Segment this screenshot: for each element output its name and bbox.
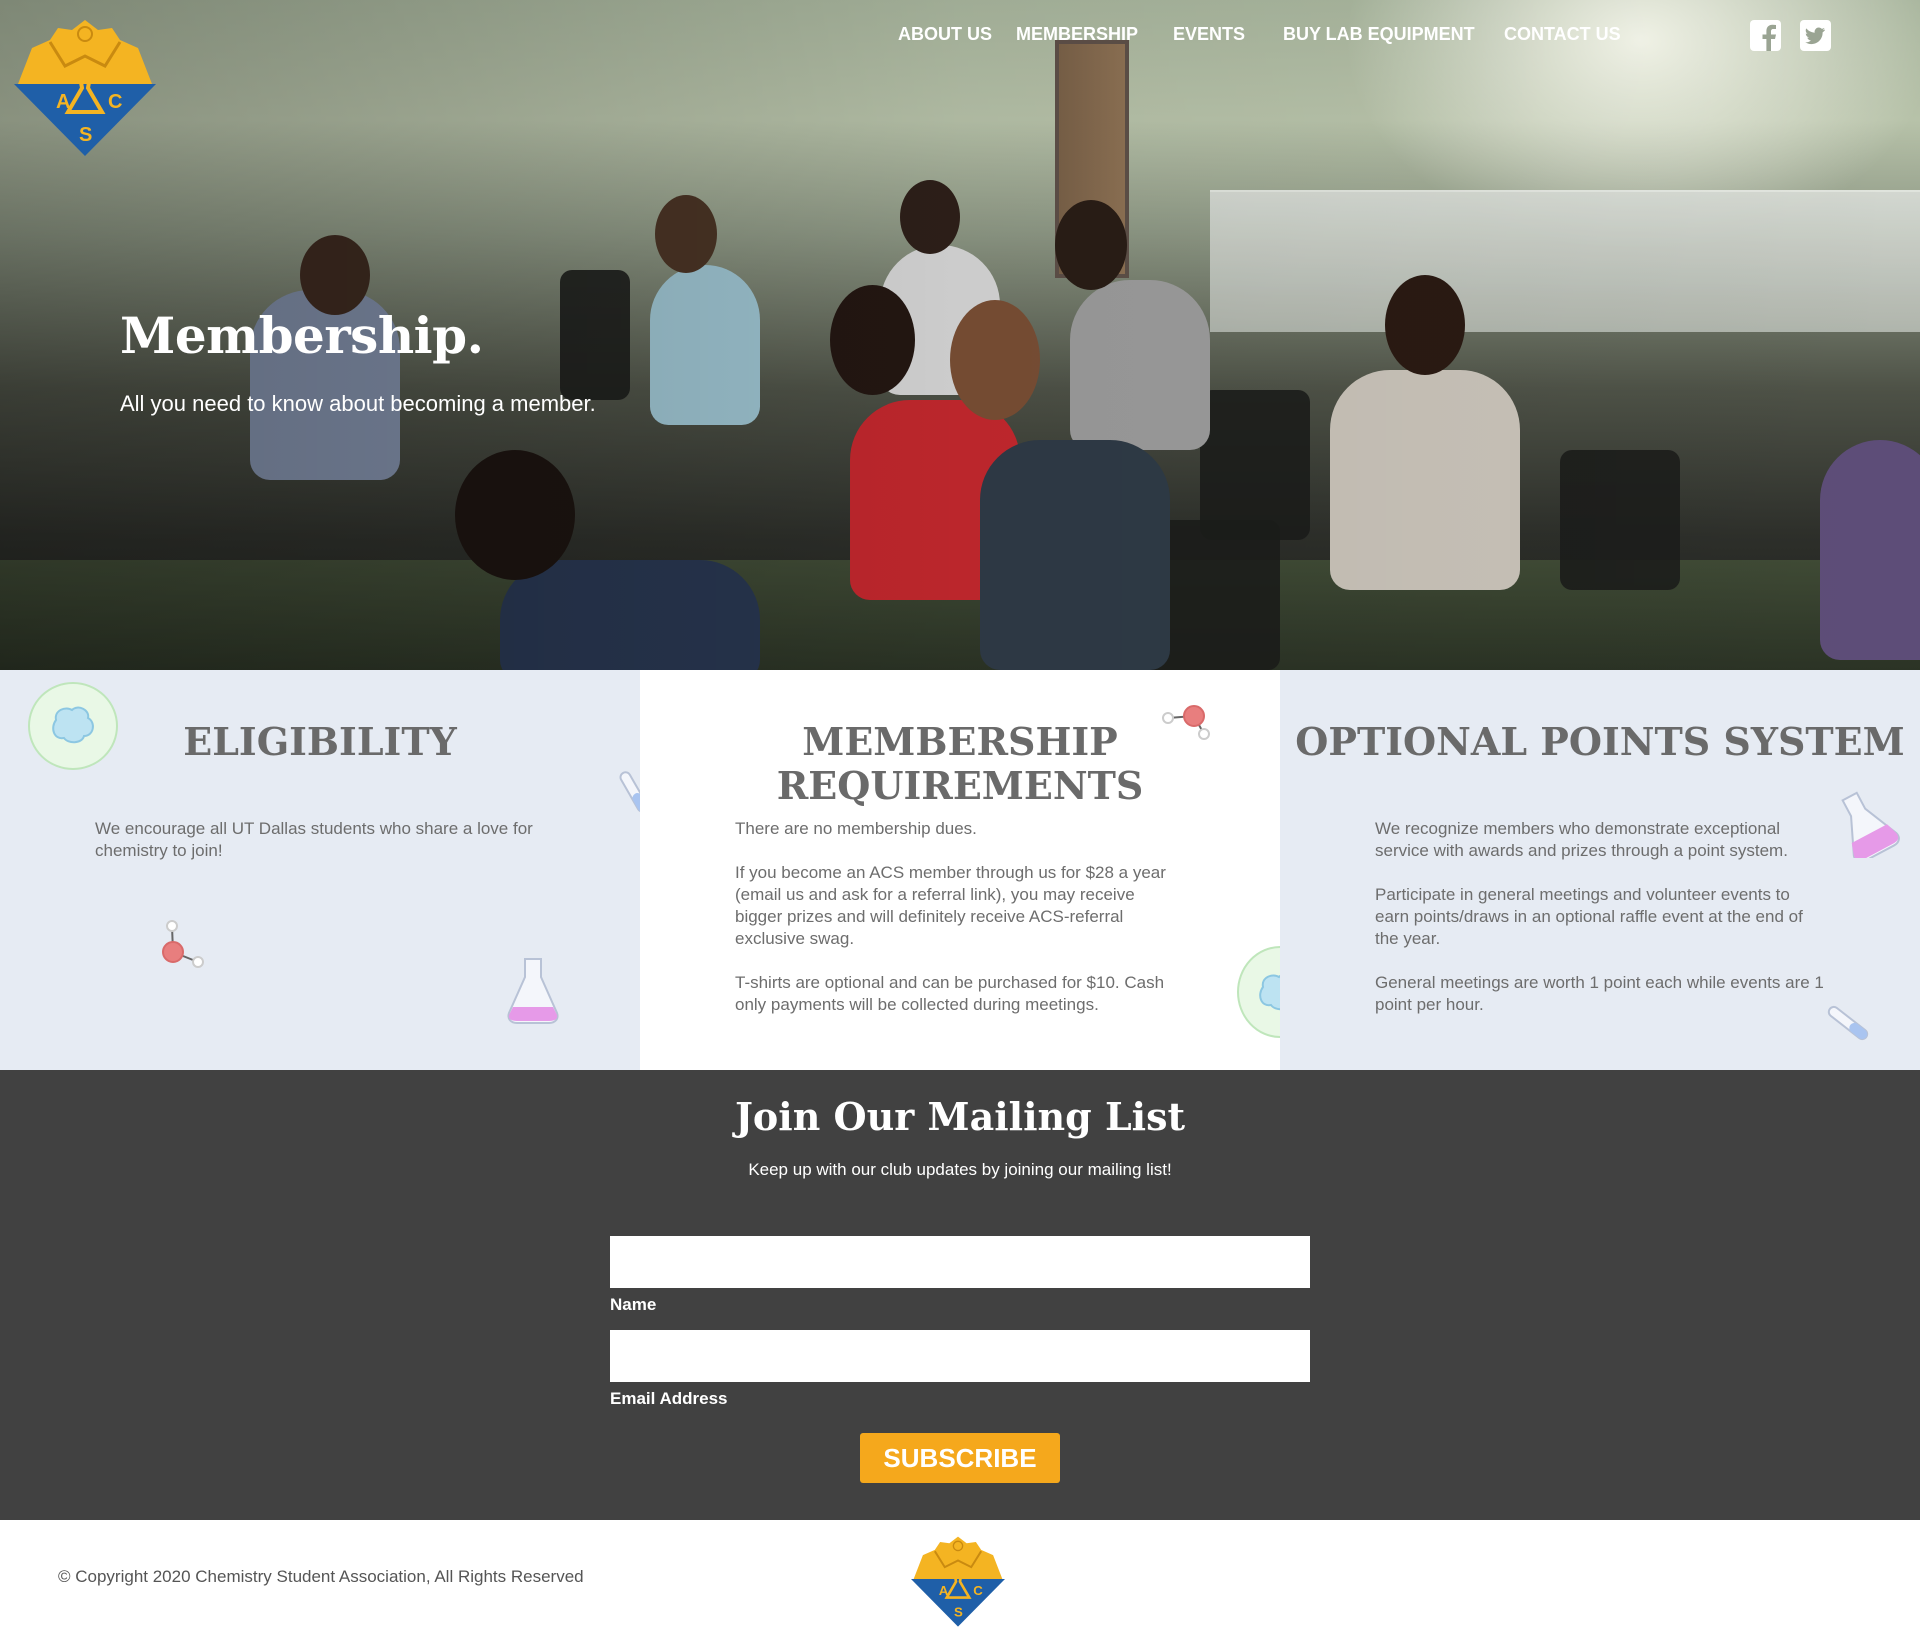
- petri-dish-icon: [1237, 946, 1280, 1038]
- email-label: Email Address: [610, 1389, 728, 1408]
- eligibility-text: We encourage all UT Dallas students who …: [95, 819, 533, 860]
- eligibility-title: ELIGIBILITY: [183, 719, 457, 764]
- email-input[interactable]: [610, 1330, 1310, 1382]
- svg-text:A: A: [56, 91, 70, 113]
- requirements-panel: MEMBERSHIP REQUIREMENTS There are no mem…: [640, 670, 1280, 1070]
- mailing-list-title: Join Our Mailing List: [734, 1094, 1186, 1139]
- requirements-title: MEMBERSHIP REQUIREMENTS: [640, 720, 1280, 808]
- eligibility-body: We encourage all UT Dallas students who …: [95, 818, 545, 884]
- twitter-icon[interactable]: [1800, 20, 1831, 51]
- footer-acs-logo[interactable]: A C S: [908, 1534, 1008, 1628]
- page-subtitle: All you need to know about becoming a me…: [120, 391, 596, 416]
- subscribe-button[interactable]: SUBSCRIBE: [860, 1433, 1060, 1483]
- mailing-list-section: Join Our Mailing List Keep up with our c…: [0, 1070, 1920, 1520]
- requirements-body: There are no membership dues. If you bec…: [735, 818, 1185, 1038]
- points-text-3: General meetings are worth 1 point each …: [1375, 973, 1824, 1014]
- points-body: We recognize members who demonstrate exc…: [1375, 818, 1825, 1038]
- mailing-list-lead: Keep up with our club updates by joining…: [748, 1160, 1172, 1179]
- points-panel: OPTIONAL POINTS SYSTEM We recognize memb…: [1280, 670, 1920, 1070]
- page-title: Membership.: [120, 306, 484, 365]
- requirements-title-line1: MEMBERSHIP: [802, 719, 1118, 764]
- nav-item-contact-us[interactable]: CONTACT US: [1504, 24, 1621, 45]
- name-label: Name: [610, 1295, 657, 1314]
- requirements-text-2: If you become an ACS member through us f…: [735, 863, 1166, 948]
- flask-icon: [507, 958, 559, 1024]
- nav-item-buy-lab-equipment[interactable]: BUY LAB EQUIPMENT: [1283, 24, 1475, 45]
- svg-text:S: S: [79, 124, 92, 146]
- requirements-title-line2: REQUIREMENTS: [776, 763, 1144, 808]
- svg-text:S: S: [954, 1605, 963, 1620]
- points-text-2: Participate in general meetings and volu…: [1375, 885, 1803, 948]
- copyright-text: © Copyright 2020 Chemistry Student Assoc…: [58, 1567, 584, 1586]
- nav-item-events[interactable]: EVENTS: [1173, 24, 1245, 45]
- svg-text:A: A: [939, 1583, 949, 1598]
- requirements-text-3: T-shirts are optional and can be purchas…: [735, 973, 1165, 1014]
- nav-item-about-us[interactable]: ABOUT US: [898, 24, 992, 45]
- acs-logo[interactable]: A C S: [10, 16, 160, 158]
- test-tube-icon: [619, 771, 640, 813]
- requirements-text-1: There are no membership dues.: [735, 819, 977, 838]
- eligibility-panel: ELIGIBILITY We encourage all UT Dallas s…: [0, 670, 640, 1070]
- molecule-icon: [162, 920, 204, 968]
- svg-text:C: C: [108, 91, 122, 113]
- points-text-1: We recognize members who demonstrate exc…: [1375, 819, 1788, 860]
- nav-item-membership[interactable]: MEMBERSHIP: [1016, 24, 1138, 45]
- points-title: OPTIONAL POINTS SYSTEM: [1295, 719, 1905, 764]
- svg-text:C: C: [973, 1583, 983, 1598]
- test-tube-icon: [1827, 1005, 1869, 1041]
- flask-icon: [1841, 791, 1900, 858]
- name-input[interactable]: [610, 1236, 1310, 1288]
- footer: © Copyright 2020 Chemistry Student Assoc…: [0, 1520, 1920, 1640]
- facebook-icon[interactable]: [1750, 20, 1781, 51]
